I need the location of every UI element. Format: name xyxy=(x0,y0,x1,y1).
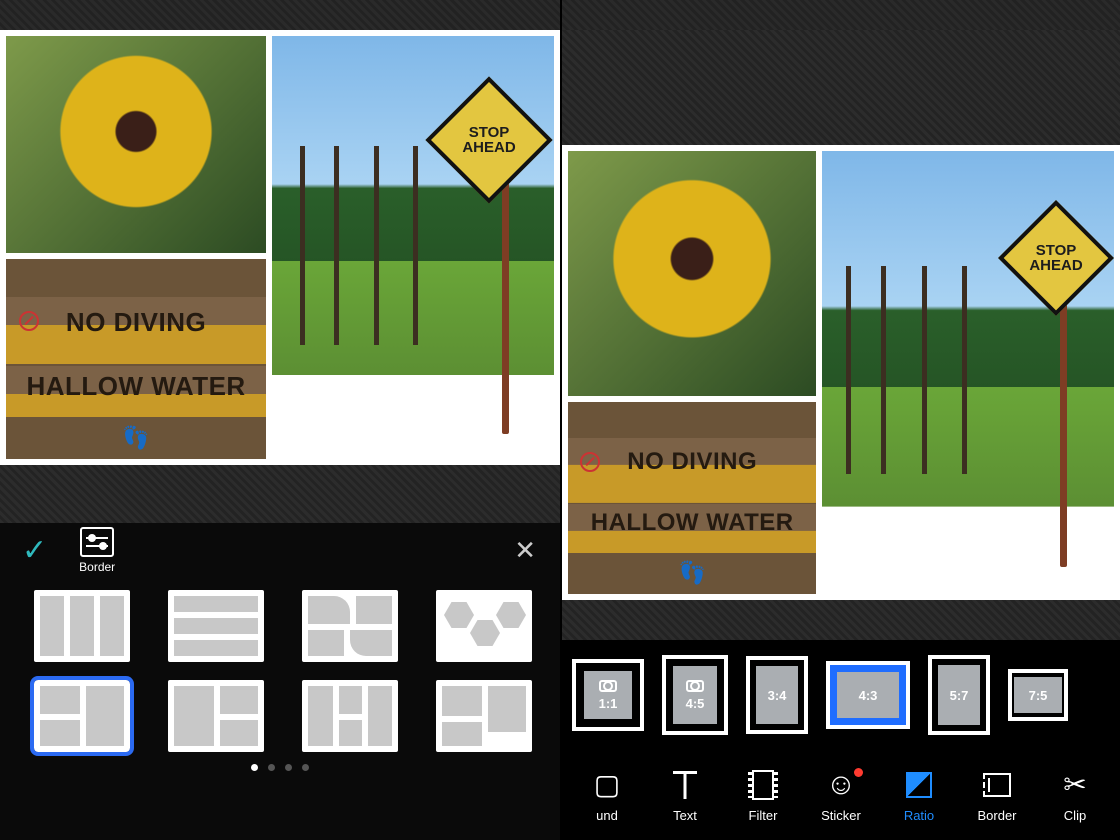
photo-flower[interactable] xyxy=(6,36,266,253)
tool-label: Border xyxy=(977,808,1016,823)
photo-flower[interactable] xyxy=(568,151,816,396)
app-root: NO DIVING HALLOW WATER 👣 STOP AHEAD ✓ xyxy=(0,0,1120,840)
status-strip xyxy=(562,0,1120,30)
photo-pool-signs[interactable]: NO DIVING HALLOW WATER 👣 xyxy=(6,259,266,459)
instagram-icon xyxy=(599,680,617,692)
border-icon xyxy=(80,527,114,557)
photo-stop-ahead[interactable]: STOP AHEAD xyxy=(822,151,1114,594)
border-label: Border xyxy=(79,560,115,574)
layout-option-l5[interactable] xyxy=(34,680,130,752)
tool-label: Ratio xyxy=(904,808,934,823)
smile-icon: ☺ xyxy=(826,768,857,802)
border-icon xyxy=(983,768,1011,802)
pane-ratio-editor: NO DIVING HALLOW WATER 👣 STOP AHEAD 1:1 4… xyxy=(562,0,1120,840)
tool-background[interactable]: ▢ und xyxy=(568,768,646,823)
ratio-4:5[interactable]: 4:5 xyxy=(662,655,728,735)
layout-panel-header: ✓ Border ✕ xyxy=(0,523,560,576)
tool-text[interactable]: Text xyxy=(646,768,724,823)
layout-option-l2[interactable] xyxy=(168,590,264,662)
bottom-toolbar: ▢ und Text Filter ☺ Sticker Ratio Border ✂ Clip xyxy=(562,750,1120,840)
layout-option-l3[interactable] xyxy=(302,590,398,662)
tool-label: Filter xyxy=(749,808,778,823)
ratio-strip[interactable]: 1:1 4:5 3:4 4:3 5:7 7:5 xyxy=(562,640,1120,750)
layout-option-l8[interactable] xyxy=(436,680,532,752)
confirm-button[interactable]: ✓ xyxy=(16,531,53,570)
ratio-label: 1:1 xyxy=(599,696,618,711)
page-dot[interactable] xyxy=(285,764,292,771)
page-dots[interactable] xyxy=(0,758,560,781)
scissors-icon: ✂ xyxy=(1063,768,1086,802)
tool-clip[interactable]: ✂ Clip xyxy=(1036,768,1114,823)
ratio-3:4[interactable]: 3:4 xyxy=(746,656,808,734)
letterbox-top xyxy=(562,30,1120,145)
border-tab[interactable]: Border xyxy=(79,527,115,574)
sign-text-line2: HALLOW WATER xyxy=(568,509,816,537)
ratio-4:3[interactable]: 4:3 xyxy=(826,661,910,729)
tool-sticker[interactable]: ☺ Sticker xyxy=(802,768,880,823)
status-strip xyxy=(0,0,560,30)
ratio-1:1[interactable]: 1:1 xyxy=(572,659,644,731)
page-dot[interactable] xyxy=(251,764,258,771)
tool-label: Clip xyxy=(1064,808,1086,823)
layout-option-l6[interactable] xyxy=(168,680,264,752)
notification-dot xyxy=(854,768,863,777)
square-icon: ▢ xyxy=(594,768,620,802)
ratio-label: 5:7 xyxy=(950,688,969,703)
ratio-7:5[interactable]: 7:5 xyxy=(1008,669,1068,721)
photo-stop-ahead[interactable]: STOP AHEAD xyxy=(272,36,554,459)
tool-label: Text xyxy=(673,808,697,823)
layout-option-l4[interactable] xyxy=(436,590,532,662)
ratio-label: 4:5 xyxy=(686,696,705,711)
tool-filter[interactable]: Filter xyxy=(724,768,802,823)
tool-border[interactable]: Border xyxy=(958,768,1036,823)
page-dot[interactable] xyxy=(302,764,309,771)
layout-option-l7[interactable] xyxy=(302,680,398,752)
ratio-label: 3:4 xyxy=(768,688,787,703)
layout-grid xyxy=(0,576,560,758)
page-dot[interactable] xyxy=(268,764,275,771)
sign-pole xyxy=(502,180,509,434)
ratio-5:7[interactable]: 5:7 xyxy=(928,655,990,735)
feet-icon: 👣 xyxy=(568,560,816,586)
ratio-label: 4:3 xyxy=(859,688,878,703)
sign-text-line2: HALLOW WATER xyxy=(6,371,266,402)
panel-texture xyxy=(0,465,560,523)
feet-icon: 👣 xyxy=(6,425,266,451)
tool-label: Sticker xyxy=(821,808,861,823)
text-icon xyxy=(673,768,697,802)
tool-label: und xyxy=(596,808,618,823)
ratio-icon xyxy=(906,768,932,802)
film-icon xyxy=(752,768,774,802)
pane-layout-editor: NO DIVING HALLOW WATER 👣 STOP AHEAD ✓ xyxy=(0,0,562,840)
ratio-label: 7:5 xyxy=(1029,688,1048,703)
layout-panel: ✓ Border ✕ xyxy=(0,465,560,840)
collage-preview[interactable]: NO DIVING HALLOW WATER 👣 STOP AHEAD xyxy=(0,30,560,465)
sign-pole xyxy=(1060,302,1067,568)
letterbox-bottom xyxy=(562,600,1120,640)
cancel-button[interactable]: ✕ xyxy=(506,531,544,570)
sign-text-line1: NO DIVING xyxy=(6,307,266,338)
collage-preview[interactable]: NO DIVING HALLOW WATER 👣 STOP AHEAD xyxy=(562,145,1120,600)
tool-ratio[interactable]: Ratio xyxy=(880,768,958,823)
sign-text-line1: NO DIVING xyxy=(568,448,816,476)
layout-option-l1[interactable] xyxy=(34,590,130,662)
photo-pool-signs[interactable]: NO DIVING HALLOW WATER 👣 xyxy=(568,402,816,594)
instagram-icon xyxy=(686,680,704,692)
